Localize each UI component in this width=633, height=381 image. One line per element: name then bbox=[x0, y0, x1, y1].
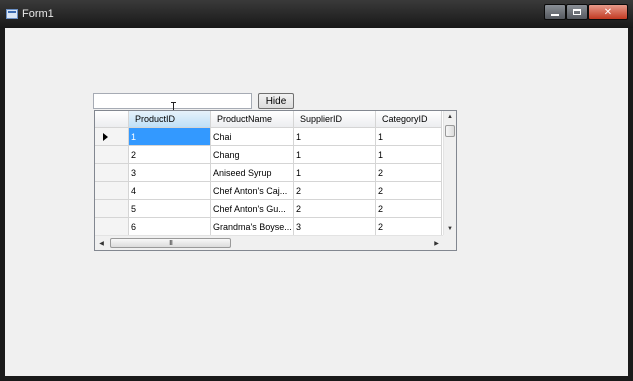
table-cell[interactable]: 6 bbox=[129, 218, 211, 236]
table-row[interactable]: 3 Aniseed Syrup 1 2 bbox=[95, 164, 442, 182]
table-cell[interactable]: 1 bbox=[294, 128, 376, 146]
close-button[interactable]: ✕ bbox=[588, 4, 628, 20]
title-bar[interactable]: Form1 ✕ bbox=[0, 0, 633, 28]
row-header-current[interactable] bbox=[95, 128, 129, 146]
table-row[interactable]: 1 Chai 1 1 bbox=[95, 128, 442, 146]
table-cell[interactable]: Grandma's Boyse... bbox=[211, 218, 294, 236]
table-cell[interactable]: 1 bbox=[376, 128, 442, 146]
minimize-icon bbox=[551, 13, 559, 16]
column-header-productname[interactable]: ProductName bbox=[211, 111, 294, 128]
table-cell[interactable]: 2 bbox=[376, 218, 442, 236]
table-cell[interactable]: 2 bbox=[294, 182, 376, 200]
maximize-icon bbox=[573, 9, 581, 15]
table-cell[interactable]: 4 bbox=[129, 182, 211, 200]
row-header[interactable] bbox=[95, 218, 129, 236]
table-cell[interactable]: 2 bbox=[376, 164, 442, 182]
form-icon bbox=[6, 9, 18, 19]
hide-button[interactable]: Hide bbox=[258, 93, 294, 109]
table-row[interactable]: 5 Chef Anton's Gu... 2 2 bbox=[95, 200, 442, 218]
table-cell[interactable]: Chai bbox=[211, 128, 294, 146]
top-left-header-cell[interactable] bbox=[95, 111, 129, 128]
vertical-scrollbar[interactable]: ▲ ▼ bbox=[443, 111, 456, 235]
horizontal-scroll-thumb[interactable]: III bbox=[110, 238, 231, 248]
table-row[interactable]: 4 Chef Anton's Caj... 2 2 bbox=[95, 182, 442, 200]
row-header[interactable] bbox=[95, 164, 129, 182]
table-cell[interactable]: Chang bbox=[211, 146, 294, 164]
table-cell[interactable]: 1 bbox=[376, 146, 442, 164]
scrollbar-corner bbox=[443, 235, 456, 250]
column-header-supplierid[interactable]: SupplierID bbox=[294, 111, 376, 128]
table-cell[interactable]: Chef Anton's Caj... bbox=[211, 182, 294, 200]
vertical-scroll-thumb[interactable] bbox=[445, 125, 455, 137]
table-cell[interactable]: Chef Anton's Gu... bbox=[211, 200, 294, 218]
grid-rows: 1 Chai 1 1 2 Chang 1 1 3 Aniseed Syrup 1… bbox=[95, 128, 442, 236]
table-cell[interactable]: 2 bbox=[294, 200, 376, 218]
table-row[interactable]: 2 Chang 1 1 bbox=[95, 146, 442, 164]
scroll-left-arrow-icon[interactable]: ◀ bbox=[95, 237, 108, 250]
minimize-button[interactable] bbox=[544, 4, 566, 20]
grid-header-row: ProductID ProductName SupplierID Categor… bbox=[95, 111, 442, 128]
table-cell[interactable]: Aniseed Syrup bbox=[211, 164, 294, 182]
table-cell[interactable]: 3 bbox=[294, 218, 376, 236]
table-row[interactable]: 6 Grandma's Boyse... 3 2 bbox=[95, 218, 442, 236]
close-icon: ✕ bbox=[603, 6, 613, 18]
window: Form1 ✕ Hide ProductID ProductName Suppl… bbox=[0, 0, 633, 381]
table-cell[interactable]: 3 bbox=[129, 164, 211, 182]
scroll-up-arrow-icon[interactable]: ▲ bbox=[444, 111, 456, 123]
table-cell[interactable]: 5 bbox=[129, 200, 211, 218]
row-header[interactable] bbox=[95, 200, 129, 218]
maximize-button[interactable] bbox=[566, 4, 588, 20]
row-header[interactable] bbox=[95, 182, 129, 200]
scroll-down-arrow-icon[interactable]: ▼ bbox=[444, 223, 456, 235]
table-cell[interactable]: 1 bbox=[129, 128, 211, 146]
horizontal-scrollbar[interactable]: ◀ III ▶ bbox=[95, 235, 443, 250]
column-header-productid[interactable]: ProductID bbox=[129, 111, 211, 128]
products-data-grid[interactable]: ProductID ProductName SupplierID Categor… bbox=[94, 110, 457, 251]
table-cell[interactable]: 2 bbox=[129, 146, 211, 164]
window-title: Form1 bbox=[22, 8, 54, 20]
table-cell[interactable]: 1 bbox=[294, 146, 376, 164]
table-cell[interactable]: 1 bbox=[294, 164, 376, 182]
table-cell[interactable]: 2 bbox=[376, 182, 442, 200]
table-cell[interactable]: 2 bbox=[376, 200, 442, 218]
row-header[interactable] bbox=[95, 146, 129, 164]
scroll-right-arrow-icon[interactable]: ▶ bbox=[430, 237, 443, 250]
column-header-categoryid[interactable]: CategoryID bbox=[376, 111, 442, 128]
